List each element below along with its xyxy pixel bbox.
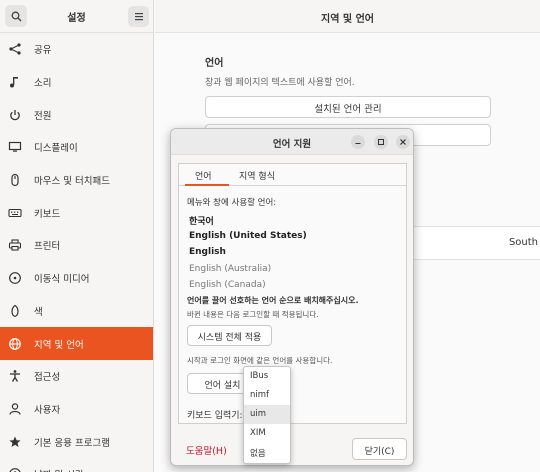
sidebar-item-label: 전원 <box>34 110 52 122</box>
sidebar-item-label: 디스플레이 <box>34 143 78 155</box>
sidebar-item[interactable]: 이동식 미디어 <box>0 262 153 295</box>
sidebar-header: 설정 <box>0 0 153 33</box>
user-icon <box>8 402 22 416</box>
maximize-button[interactable] <box>374 135 388 149</box>
accessibility-icon <box>8 369 22 383</box>
dropdown-option-nimf[interactable]: nimf <box>244 386 290 405</box>
sidebar-item[interactable]: 사용자 <box>0 393 153 426</box>
sidebar-list: 공유소리전원디스플레이마우스 및 터치패드키보드프린터이동식 미디어색지역 및 … <box>0 33 153 472</box>
sidebar-item[interactable]: 키보드 <box>0 196 153 229</box>
sidebar-item-label: 프린터 <box>34 241 61 253</box>
language-item[interactable]: 한국어 <box>189 214 307 231</box>
sidebar-item-label: 날짜 및 시각 <box>34 467 84 472</box>
keyboard-icon <box>8 206 22 220</box>
mouse-icon <box>8 173 22 187</box>
sidebar-item-label: 마우스 및 터치패드 <box>34 176 110 188</box>
palette-icon <box>8 304 22 318</box>
language-item[interactable]: English <box>189 247 307 264</box>
dropdown-option-ibus[interactable]: IBus <box>244 367 290 386</box>
section-description: 창과 웹 페이지의 텍스트에 사용할 언어. <box>205 78 355 88</box>
sidebar-item[interactable]: 공유 <box>0 33 153 66</box>
sidebar: 설정 공유소리전원디스플레이마우스 및 터치패드키보드프린터이동식 미디어색지역… <box>0 0 154 472</box>
language-support-dialog: 언어 지원 언어 지역 형식 메뉴와 창에 사용할 언어: 한국어 Englis… <box>170 128 414 466</box>
music-note-icon <box>8 75 22 89</box>
tab-bar: 언어 지역 형식 <box>179 164 406 186</box>
format-value: South <box>508 237 538 248</box>
close-button[interactable]: 닫기(C) <box>352 438 407 460</box>
login-note: 시작과 로그인 화면에 같은 언어를 사용합니다. <box>187 356 333 365</box>
menu-button[interactable] <box>128 6 149 27</box>
power-icon <box>8 108 22 122</box>
active-tab-indicator <box>185 184 229 186</box>
minimize-button[interactable] <box>351 135 365 149</box>
sidebar-item-label: 기본 응용 프로그램 <box>34 437 110 449</box>
dialog-titlebar: 언어 지원 <box>171 129 413 155</box>
page-title: 지역 및 언어 <box>155 0 540 33</box>
sidebar-item[interactable]: 지역 및 언어 <box>0 327 153 360</box>
sidebar-item-label: 키보드 <box>34 208 61 220</box>
removable-media-icon <box>8 271 22 285</box>
sidebar-item[interactable]: 마우스 및 터치패드 <box>0 164 153 197</box>
hamburger-icon <box>134 13 143 21</box>
sidebar-item-label: 접근성 <box>34 372 61 384</box>
sidebar-item[interactable]: 색 <box>0 295 153 328</box>
tab-regional-formats[interactable]: 지역 형식 <box>239 169 275 182</box>
tab-language[interactable]: 언어 <box>195 169 212 182</box>
drag-subnote: 바뀐 내용은 다음 로그인할 때 적용됩니다. <box>187 310 319 319</box>
minimize-icon <box>355 143 361 144</box>
clock-icon <box>8 467 22 472</box>
keyboard-input-label: 키보드 입력기: <box>187 411 243 421</box>
sidebar-item-label: 사용자 <box>34 404 61 416</box>
help-button[interactable]: 도움말(H) <box>186 443 227 457</box>
printer-icon <box>8 238 22 252</box>
share-icon <box>8 42 22 56</box>
monitor-icon <box>8 140 22 154</box>
sidebar-item[interactable]: 접근성 <box>0 360 153 393</box>
sidebar-item-label: 색 <box>34 306 43 318</box>
maximize-icon <box>378 139 384 145</box>
drag-instruction: 언어를 끌어 선호하는 언어 순으로 배치해주십시오. <box>187 296 359 305</box>
dialog-body: 언어 지역 형식 메뉴와 창에 사용할 언어: 한국어 English (Uni… <box>178 163 407 424</box>
close-window-button[interactable] <box>396 135 410 149</box>
language-item[interactable]: English (Australia) <box>189 264 307 281</box>
dropdown-option-uim[interactable]: uim <box>244 405 290 424</box>
sidebar-item-label: 이동식 미디어 <box>34 274 90 286</box>
manage-languages-button[interactable]: 설치된 언어 관리 <box>205 96 491 118</box>
sidebar-item[interactable]: 전원 <box>0 98 153 131</box>
globe-icon <box>8 337 22 351</box>
language-item[interactable]: English (United States) <box>189 231 307 248</box>
sidebar-item[interactable]: 기본 응용 프로그램 <box>0 425 153 458</box>
sidebar-item[interactable]: 소리 <box>0 66 153 99</box>
apply-system-wide-button[interactable]: 시스템 전체 적용 <box>187 325 272 346</box>
star-icon <box>8 435 22 449</box>
sidebar-item[interactable]: 프린터 <box>0 229 153 262</box>
language-list[interactable]: 한국어 English (United States) English Engl… <box>189 214 307 297</box>
sidebar-item-label: 소리 <box>34 78 52 90</box>
sidebar-item[interactable]: 날짜 및 시각 <box>0 458 153 472</box>
input-method-dropdown[interactable]: IBus nimf uim XIM 없음 <box>243 366 291 464</box>
sidebar-item-label: 지역 및 언어 <box>34 339 84 351</box>
section-title: 언어 <box>205 58 224 69</box>
sidebar-item-label: 공유 <box>34 45 52 57</box>
close-icon <box>400 139 406 145</box>
sidebar-item[interactable]: 디스플레이 <box>0 131 153 164</box>
dropdown-option-none[interactable]: 없음 <box>244 443 290 462</box>
dropdown-option-xim[interactable]: XIM <box>244 424 290 443</box>
menu-language-label: 메뉴와 창에 사용할 언어: <box>187 198 277 208</box>
